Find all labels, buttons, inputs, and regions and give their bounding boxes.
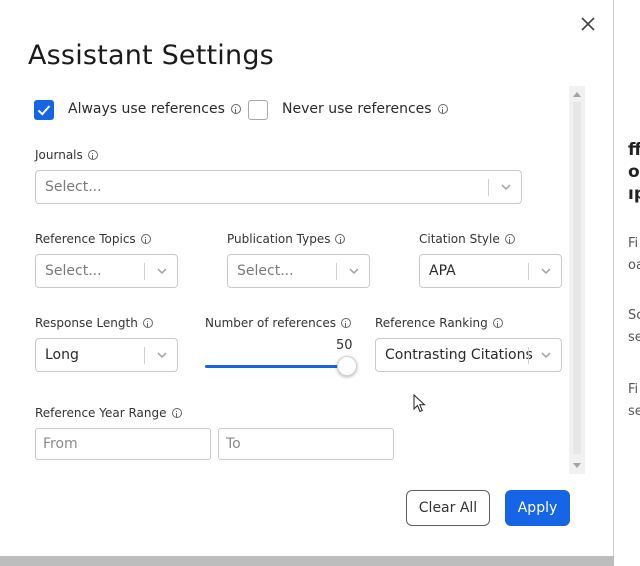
background-text-fragment: o bbox=[628, 162, 640, 182]
clear-all-button[interactable]: Clear All bbox=[406, 490, 490, 526]
info-icon[interactable] bbox=[492, 318, 503, 328]
background-text-fragment: ff bbox=[628, 140, 640, 160]
journals-select[interactable]: Select... bbox=[35, 170, 522, 204]
reference-ranking-value: Contrasting Citations bbox=[385, 347, 533, 363]
journals-placeholder: Select... bbox=[45, 179, 102, 195]
scroll-up-arrow-icon[interactable] bbox=[573, 92, 581, 97]
always-use-references-label[interactable]: Always use references bbox=[68, 101, 241, 117]
reference-topics-select[interactable]: Select... bbox=[35, 254, 178, 288]
modal-title: Assistant Settings bbox=[28, 40, 274, 71]
modal-scrollbar[interactable] bbox=[569, 86, 585, 474]
background-text-fragment: Fi bbox=[628, 382, 639, 397]
year-to-input[interactable] bbox=[218, 428, 394, 460]
background-text-fragment: se bbox=[628, 330, 640, 345]
response-length-label-text: Response Length bbox=[35, 316, 138, 330]
apply-button[interactable]: Apply bbox=[505, 490, 570, 526]
never-use-references-text: Never use references bbox=[282, 101, 432, 117]
publication-types-select[interactable]: Select... bbox=[227, 254, 370, 288]
reference-year-range-label-text: Reference Year Range bbox=[35, 406, 167, 420]
publication-types-label-text: Publication Types bbox=[227, 232, 331, 246]
chevron-down-icon bbox=[157, 352, 167, 359]
close-button[interactable] bbox=[576, 12, 600, 36]
info-icon[interactable] bbox=[171, 408, 182, 418]
chevron-down-icon bbox=[541, 268, 551, 275]
mouse-pointer-icon bbox=[413, 394, 426, 413]
number-of-references-slider-track[interactable] bbox=[205, 365, 348, 368]
background-text-fragment: Fi bbox=[628, 236, 639, 251]
info-icon[interactable] bbox=[340, 318, 351, 328]
close-icon bbox=[581, 17, 595, 31]
background-page: ff o ıp Fi oa Sc se Fi se bbox=[614, 0, 640, 566]
number-of-references-slider-thumb[interactable] bbox=[337, 356, 357, 376]
publication-types-label: Publication Types bbox=[227, 232, 346, 246]
chevron-down-icon bbox=[541, 352, 551, 359]
reference-ranking-label-text: Reference Ranking bbox=[375, 316, 488, 330]
select-separator bbox=[528, 263, 529, 280]
reference-ranking-label: Reference Ranking bbox=[375, 316, 503, 330]
citation-style-select[interactable]: APA bbox=[419, 254, 562, 288]
select-separator bbox=[528, 347, 529, 364]
select-separator bbox=[144, 263, 145, 280]
citation-style-value: APA bbox=[429, 263, 456, 279]
info-icon[interactable] bbox=[504, 234, 515, 244]
response-length-value: Long bbox=[45, 347, 79, 363]
scroll-down-arrow-icon[interactable] bbox=[573, 463, 581, 468]
citation-style-label-text: Citation Style bbox=[419, 232, 500, 246]
response-length-select[interactable]: Long bbox=[35, 338, 178, 372]
info-icon[interactable] bbox=[437, 104, 448, 114]
reference-topics-label: Reference Topics bbox=[35, 232, 151, 246]
publication-types-placeholder: Select... bbox=[237, 263, 294, 279]
reference-year-range-label: Reference Year Range bbox=[35, 406, 182, 420]
info-icon[interactable] bbox=[230, 104, 241, 114]
number-of-references-label-text: Number of references bbox=[205, 316, 336, 330]
backdrop-bottom-strip bbox=[0, 556, 614, 566]
response-length-label: Response Length bbox=[35, 316, 153, 330]
citation-style-label: Citation Style bbox=[419, 232, 515, 246]
checkmark-icon bbox=[37, 105, 51, 116]
number-of-references-label: Number of references bbox=[205, 316, 351, 330]
always-use-references-checkbox[interactable] bbox=[34, 100, 54, 120]
reference-topics-label-text: Reference Topics bbox=[35, 232, 136, 246]
always-use-references-text: Always use references bbox=[68, 101, 225, 117]
background-text-fragment: se bbox=[628, 404, 640, 419]
chevron-down-icon bbox=[349, 268, 359, 275]
chevron-down-icon bbox=[157, 268, 167, 275]
info-icon[interactable] bbox=[87, 150, 98, 160]
journals-label: Journals bbox=[35, 148, 98, 162]
never-use-references-label[interactable]: Never use references bbox=[282, 101, 448, 117]
info-icon[interactable] bbox=[140, 234, 151, 244]
info-icon[interactable] bbox=[142, 318, 153, 328]
background-text-fragment: ıp bbox=[628, 184, 640, 204]
journals-label-text: Journals bbox=[35, 148, 83, 162]
number-of-references-value: 50 bbox=[336, 338, 353, 353]
select-separator bbox=[336, 263, 337, 280]
reference-topics-placeholder: Select... bbox=[45, 263, 102, 279]
chevron-down-icon bbox=[501, 184, 511, 191]
select-separator bbox=[488, 179, 489, 196]
scrollbar-thumb[interactable] bbox=[573, 102, 581, 454]
never-use-references-checkbox[interactable] bbox=[248, 100, 268, 120]
background-text-fragment: Sc bbox=[628, 308, 640, 323]
background-text-fragment: oa bbox=[628, 258, 640, 273]
select-separator bbox=[144, 347, 145, 364]
year-from-input[interactable] bbox=[35, 428, 211, 460]
reference-ranking-select[interactable]: Contrasting Citations bbox=[375, 338, 562, 372]
info-icon[interactable] bbox=[335, 234, 346, 244]
assistant-settings-modal: Assistant Settings Always use references… bbox=[0, 0, 614, 556]
